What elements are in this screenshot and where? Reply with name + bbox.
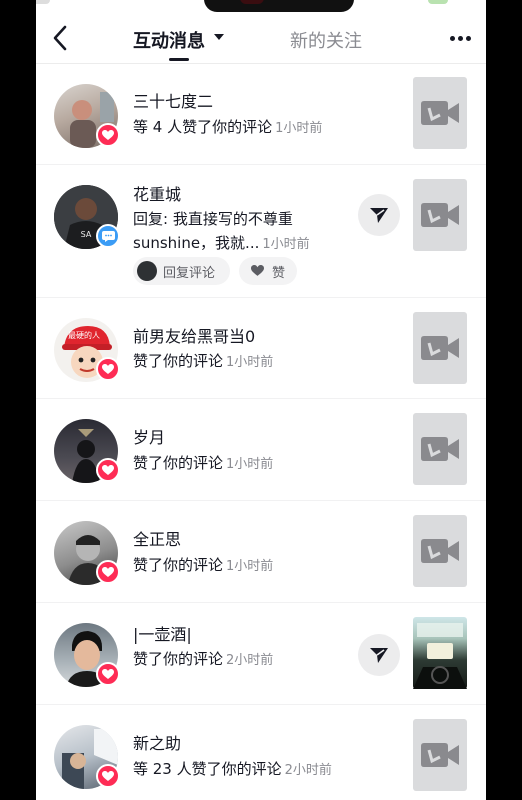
heart-icon	[96, 123, 120, 147]
notification-text: 赞了你的评论 1小时前	[133, 454, 274, 472]
timestamp: 1小时前	[226, 355, 274, 370]
send-icon	[370, 648, 388, 663]
phone-screen: 互动消息 新的关注 三十七度二 等 4 人赞了你的评论 1小时前 SA 花重城 回…	[36, 0, 486, 800]
user-name[interactable]: 全正思	[133, 526, 181, 550]
avatar-cap-text: 最硬的人	[68, 331, 100, 340]
reply-comment-button[interactable]: 回复评论	[133, 257, 230, 285]
notification-item[interactable]: 岁月 赞了你的评论 1小时前	[36, 399, 486, 501]
notification-text: 赞了你的评论 1小时前	[133, 556, 274, 574]
timestamp: 1小时前	[226, 559, 274, 574]
timestamp: 1小时前	[262, 237, 310, 252]
svg-text:SA: SA	[81, 230, 92, 239]
video-thumbnail[interactable]	[413, 312, 467, 384]
notification-item[interactable]: |一壶酒| 赞了你的评论 2小时前	[36, 603, 486, 705]
video-thumbnail[interactable]	[413, 77, 467, 149]
timestamp: 1小时前	[275, 121, 323, 136]
video-thumbnail[interactable]	[413, 617, 467, 689]
video-placeholder-icon	[421, 437, 459, 461]
tab-interactions[interactable]: 互动消息	[133, 27, 205, 53]
user-name[interactable]: 岁月	[133, 424, 165, 448]
dropdown-caret-icon[interactable]	[214, 34, 224, 40]
notification-text: 赞了你的评论 2小时前	[133, 650, 274, 668]
user-name[interactable]: 新之助	[133, 730, 181, 754]
heart-icon	[96, 662, 120, 686]
timestamp: 2小时前	[284, 763, 332, 778]
notification-text: 赞了你的评论 1小时前	[133, 352, 274, 370]
video-placeholder-icon	[421, 743, 459, 767]
heart-icon	[96, 357, 120, 381]
heart-icon	[96, 458, 120, 482]
notification-item[interactable]: 最硬的人 前男友给黑哥当0 赞了你的评论 1小时前	[36, 298, 486, 399]
send-reply-button[interactable]	[358, 194, 400, 236]
notification-text: 等 4 人赞了你的评论 1小时前	[133, 118, 323, 136]
user-name[interactable]: 花重城	[133, 181, 181, 205]
small-avatar-icon	[137, 261, 157, 281]
reply-text-continued: sunshine，我就... 1小时前	[133, 234, 310, 252]
like-comment-button[interactable]: 赞	[239, 257, 297, 285]
back-arrow-icon[interactable]	[50, 24, 70, 52]
video-thumbnail[interactable]	[413, 719, 467, 791]
notification-text: 等 23 人赞了你的评论 2小时前	[133, 760, 332, 778]
video-placeholder-icon	[421, 101, 459, 125]
notification-item[interactable]: SA 花重城 回复: 我直接写的不尊重 sunshine，我就... 1小时前 回…	[36, 165, 486, 298]
tab-new-followers[interactable]: 新的关注	[290, 27, 362, 53]
video-thumbnail[interactable]	[413, 179, 467, 251]
heart-outline-icon	[251, 265, 264, 276]
video-placeholder-icon	[421, 203, 459, 227]
video-placeholder-icon	[421, 539, 459, 563]
send-reply-button[interactable]	[358, 634, 400, 676]
heart-icon	[96, 560, 120, 584]
user-name[interactable]: 前男友给黑哥当0	[133, 323, 255, 347]
notification-item[interactable]: 全正思 赞了你的评论 1小时前	[36, 501, 486, 603]
send-icon	[370, 208, 388, 223]
reply-text: 回复: 我直接写的不尊重	[133, 210, 293, 228]
top-navigation: 互动消息 新的关注	[36, 0, 486, 64]
video-preview-image	[413, 623, 467, 689]
user-name[interactable]: 三十七度二	[133, 88, 213, 112]
heart-icon	[96, 764, 120, 788]
comment-icon	[96, 224, 120, 248]
active-tab-indicator	[169, 58, 189, 61]
video-thumbnail[interactable]	[413, 515, 467, 587]
notification-item[interactable]: 三十七度二 等 4 人赞了你的评论 1小时前	[36, 64, 486, 165]
notification-item[interactable]: 新之助 等 23 人赞了你的评论 2小时前	[36, 705, 486, 800]
more-options-icon[interactable]	[450, 36, 472, 42]
video-thumbnail[interactable]	[413, 413, 467, 485]
user-name[interactable]: |一壶酒|	[133, 621, 192, 645]
video-placeholder-icon	[421, 336, 459, 360]
timestamp: 2小时前	[226, 653, 274, 668]
timestamp: 1小时前	[226, 457, 274, 472]
